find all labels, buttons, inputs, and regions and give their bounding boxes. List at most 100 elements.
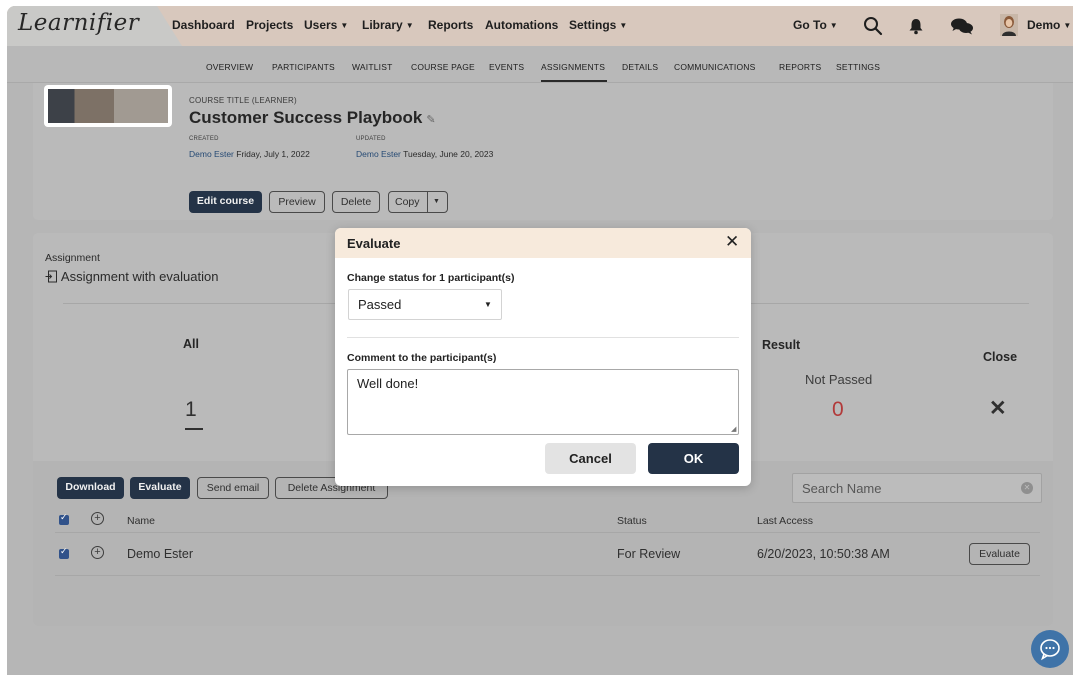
- nav-library[interactable]: Library ▼: [362, 18, 414, 32]
- top-nav: Learnifier Dashboard Projects Users ▼ Lib…: [7, 6, 1073, 46]
- stat-not-passed-label: Not Passed: [805, 372, 873, 387]
- tab-course-page[interactable]: COURSE PAGE: [411, 62, 475, 72]
- course-thumbnail[interactable]: [44, 85, 172, 127]
- chevron-down-icon: ▼: [829, 21, 838, 30]
- search-placeholder: Search Name: [802, 481, 882, 496]
- search-icon[interactable]: [862, 15, 884, 37]
- close-icon[interactable]: ✕: [989, 396, 1007, 421]
- close-icon[interactable]: ✕: [725, 232, 739, 252]
- search-name-input[interactable]: Search Name ✕: [792, 473, 1042, 503]
- bell-icon[interactable]: [905, 15, 927, 37]
- chevron-down-icon: ▼: [405, 21, 414, 30]
- row-status: For Review: [617, 547, 681, 561]
- assignment-name: Assignment with evaluation: [45, 269, 218, 284]
- chevron-down-icon[interactable]: ▼: [433, 192, 440, 212]
- chevron-down-icon: ▼: [340, 21, 349, 30]
- row-name: Demo Ester: [127, 547, 193, 561]
- course-title-text: Customer Success Playbook: [189, 108, 423, 127]
- created-date: Friday, July 1, 2022: [236, 149, 310, 159]
- chevron-down-icon: ▼: [1063, 21, 1072, 30]
- status-select[interactable]: Passed ▼: [348, 289, 502, 320]
- tab-overview[interactable]: OVERVIEW: [206, 62, 253, 72]
- chevron-down-icon: ▼: [619, 21, 628, 30]
- col-status[interactable]: Status: [617, 515, 647, 527]
- updated-by-link[interactable]: Demo Ester: [356, 149, 401, 159]
- copy-button-group: Copy ▼: [388, 191, 448, 213]
- preview-button[interactable]: Preview: [269, 191, 325, 213]
- dialog-header: Evaluate ✕: [335, 228, 751, 258]
- status-label: Change status for 1 participant(s): [347, 272, 515, 284]
- avatar[interactable]: [1000, 14, 1018, 36]
- chat-icon: [1040, 639, 1060, 661]
- clear-search-icon[interactable]: ✕: [1021, 482, 1033, 494]
- nav-settings-label: Settings: [569, 18, 617, 32]
- tab-details[interactable]: DETAILS: [622, 62, 658, 72]
- evaluate-button[interactable]: Evaluate: [130, 477, 190, 499]
- course-title: Customer Success Playbook ✎: [189, 108, 436, 128]
- course-header-card: COURSE TITLE (LEARNER) Customer Success …: [33, 83, 1053, 220]
- updated-label: UPDATED: [356, 136, 386, 142]
- chat-bubbles-icon[interactable]: [949, 15, 975, 37]
- tab-waitlist[interactable]: WAITLIST: [352, 62, 392, 72]
- tab-assignments[interactable]: ASSIGNMENTS: [541, 62, 605, 72]
- cancel-button[interactable]: Cancel: [545, 443, 636, 474]
- status-select-value: Passed: [358, 297, 402, 312]
- nav-goto-label: Go To: [793, 18, 827, 32]
- nav-users-label: Users: [304, 18, 338, 32]
- send-email-button[interactable]: Send email: [197, 477, 269, 499]
- ok-button[interactable]: OK: [648, 443, 739, 474]
- support-chat-button[interactable]: [1031, 630, 1069, 668]
- stat-all-value[interactable]: 1: [185, 398, 203, 430]
- nav-goto[interactable]: Go To ▼: [793, 18, 838, 32]
- row-evaluate-button[interactable]: Evaluate: [969, 543, 1030, 565]
- resize-handle-icon[interactable]: ◢: [731, 425, 736, 433]
- table-header-divider: [55, 532, 1040, 533]
- nav-users[interactable]: Users ▼: [304, 18, 348, 32]
- split-divider: [427, 192, 428, 212]
- created-by-link[interactable]: Demo Ester: [189, 149, 234, 159]
- expand-all-icon[interactable]: +: [91, 512, 104, 525]
- course-title-label: COURSE TITLE (LEARNER): [189, 96, 297, 105]
- nav-dashboard[interactable]: Dashboard: [172, 18, 235, 32]
- assignment-icon: [45, 270, 57, 283]
- edit-course-button[interactable]: Edit course: [189, 191, 262, 213]
- evaluate-dialog: Evaluate ✕ Change status for 1 participa…: [335, 228, 751, 486]
- created-value: Demo Ester Friday, July 1, 2022: [189, 149, 310, 159]
- tab-events[interactable]: EVENTS: [489, 62, 524, 72]
- user-menu[interactable]: Demo ▼: [1027, 18, 1071, 32]
- row-checkbox[interactable]: [59, 546, 69, 559]
- course-image: [48, 89, 168, 123]
- delete-course-button[interactable]: Delete: [332, 191, 380, 213]
- course-subnav: OVERVIEW PARTICIPANTS WAITLIST COURSE PA…: [7, 46, 1073, 83]
- tab-communications[interactable]: COMMUNICATIONS: [674, 62, 756, 72]
- tab-reports[interactable]: REPORTS: [779, 62, 821, 72]
- copy-button[interactable]: Copy: [395, 196, 420, 208]
- nav-automations[interactable]: Automations: [485, 18, 558, 32]
- comment-textarea[interactable]: Well done!: [347, 369, 739, 435]
- dialog-divider: [347, 337, 739, 338]
- nav-projects[interactable]: Projects: [246, 18, 293, 32]
- logo[interactable]: Learnifier: [18, 10, 139, 36]
- created-label: CREATED: [189, 136, 219, 142]
- col-name[interactable]: Name: [127, 515, 155, 527]
- download-button[interactable]: Download: [57, 477, 124, 499]
- updated-date: Tuesday, June 20, 2023: [403, 149, 494, 159]
- stat-not-passed-value[interactable]: 0: [832, 398, 844, 422]
- row-divider: [55, 575, 1040, 576]
- nav-settings[interactable]: Settings ▼: [569, 18, 627, 32]
- col-last-access[interactable]: Last Access: [757, 515, 813, 527]
- stat-close-label: Close: [983, 350, 1018, 364]
- assignment-name-text: Assignment with evaluation: [60, 269, 219, 284]
- chevron-down-icon: ▼: [484, 300, 492, 309]
- active-tab-indicator: [541, 80, 607, 82]
- nav-library-label: Library: [362, 18, 403, 32]
- pencil-icon[interactable]: ✎: [426, 114, 435, 126]
- expand-row-icon[interactable]: +: [91, 546, 104, 559]
- comment-label: Comment to the participant(s): [347, 352, 497, 364]
- updated-value: Demo Ester Tuesday, June 20, 2023: [356, 149, 493, 159]
- tab-participants[interactable]: PARTICIPANTS: [272, 62, 335, 72]
- tab-settings[interactable]: SETTINGS: [836, 62, 880, 72]
- nav-reports[interactable]: Reports: [428, 18, 473, 32]
- stat-all-label: All: [183, 337, 199, 351]
- select-all-checkbox[interactable]: [59, 512, 69, 525]
